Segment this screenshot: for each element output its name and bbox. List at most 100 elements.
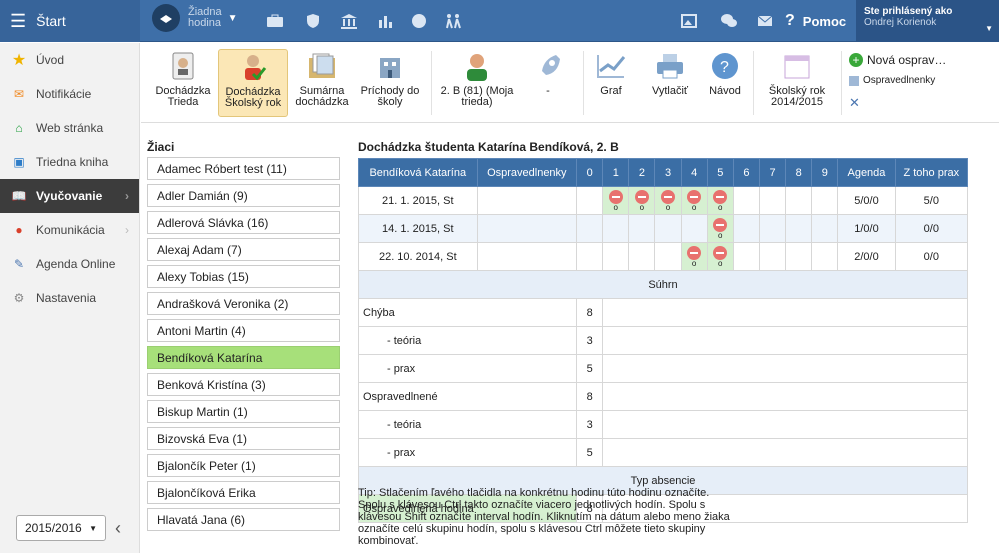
vytlacit-button[interactable]: Vytlačiť [641, 49, 699, 117]
hour-cell[interactable] [732, 242, 760, 271]
class-selector[interactable]: 2. B (81) (Moja trieda) [437, 49, 517, 117]
hour-cell[interactable] [576, 186, 604, 215]
student-item[interactable]: Bizovská Eva (1) [147, 427, 340, 450]
year-select[interactable]: 2015/2016 ▼ [16, 515, 106, 541]
help-button[interactable]: ? Pomoc [785, 0, 846, 42]
sidebar-item-nastavenia[interactable]: ⚙ Nastavenia [0, 281, 139, 315]
student-item[interactable]: Bjalončík Peter (1) [147, 454, 340, 477]
hour-cell[interactable] [576, 214, 604, 243]
hour-cell[interactable] [576, 242, 604, 271]
hour-cell[interactable] [811, 214, 839, 243]
hour-cell[interactable] [654, 242, 682, 271]
prax-cell: 5/0 [894, 186, 969, 215]
summary-label: - teória [357, 410, 578, 439]
sidebar-item-vyucovanie[interactable]: 📖 Vyučovanie › [0, 179, 139, 213]
minus-circle-icon [687, 190, 702, 204]
hamburger-icon[interactable]: ☰ [10, 11, 26, 32]
column-header: Z toho prax [894, 158, 969, 187]
graf-button[interactable]: Graf [589, 49, 633, 117]
bar-chart-icon[interactable] [372, 0, 398, 42]
hour-cell[interactable] [602, 242, 630, 271]
user-menu[interactable]: Ste prihlásený ako Ondrej Korienok ▼ [856, 0, 999, 42]
sidebar-item-uvod[interactable]: ★ Úvod [0, 43, 139, 77]
mark-letter: o [718, 259, 723, 268]
student-item[interactable]: Adlerová Slávka (16) [147, 211, 340, 234]
institution-icon[interactable] [336, 0, 362, 42]
table-row[interactable]: 22. 10. 2014, St o o 2/0/0 0/0 [358, 242, 969, 271]
collapse-sidebar-button[interactable]: ‹ [115, 518, 121, 539]
hour-cell[interactable] [732, 186, 760, 215]
hour-cell[interactable]: o [680, 242, 708, 271]
question-icon: ? [785, 12, 795, 29]
absence-mark: o [687, 190, 702, 212]
envelope-icon[interactable] [752, 0, 778, 42]
prichody-button[interactable]: Príchody do školy [357, 49, 423, 117]
sidebar-item-notifikacie[interactable]: ✉ Notifikácie [0, 77, 139, 111]
student-item[interactable]: Adamec Róbert test (11) [147, 157, 340, 180]
student-item[interactable]: Adler Damián (9) [147, 184, 340, 207]
hour-cell[interactable]: o [706, 186, 734, 215]
hour-cell[interactable] [628, 242, 656, 271]
navod-button[interactable]: ? Návod [703, 49, 747, 117]
subject-selector[interactable]: - [521, 49, 575, 117]
hour-cell[interactable] [758, 186, 787, 215]
summary-value: 5 [576, 438, 604, 467]
hour-cell[interactable]: o [706, 242, 734, 271]
student-item[interactable]: Alexy Tobias (15) [147, 265, 340, 288]
hour-cell[interactable]: o [654, 186, 682, 215]
student-item[interactable]: Benková Kristína (3) [147, 373, 340, 396]
hour-cell[interactable] [785, 242, 813, 271]
briefcase-icon[interactable] [262, 0, 288, 42]
hour-cell[interactable]: o [602, 186, 630, 215]
hour-cell[interactable] [811, 186, 839, 215]
dochadzka-skolsky-rok-button[interactable]: Dochádzka Školský rok [218, 49, 288, 117]
hour-cell[interactable] [758, 214, 787, 243]
hour-cell[interactable] [811, 242, 839, 271]
shield-icon[interactable] [300, 0, 326, 42]
clock-icon[interactable] [406, 0, 432, 42]
student-item[interactable]: Biskup Martin (1) [147, 400, 340, 423]
hour-cell[interactable] [758, 242, 787, 271]
people-run-icon[interactable] [440, 0, 466, 42]
brand-label: Štart [36, 13, 66, 29]
pencil-icon: ✎ [13, 257, 25, 271]
hour-cell[interactable]: o [680, 186, 708, 215]
tools-icon[interactable]: ✕ [849, 95, 860, 111]
hour-cell[interactable]: o [706, 214, 734, 243]
image-icon[interactable] [676, 0, 702, 42]
student-item[interactable]: Antoni Martin (4) [147, 319, 340, 342]
table-row[interactable]: 14. 1. 2015, St o 1/0/0 0/0 [358, 214, 969, 243]
chat-bubbles-icon[interactable] [716, 0, 742, 42]
student-item[interactable]: Hlavatá Jana (6) [147, 508, 340, 531]
student-item[interactable]: Alexaj Adam (7) [147, 238, 340, 261]
student-item-selected[interactable]: Bendíková Katarína [147, 346, 340, 369]
hour-cell[interactable]: o [628, 186, 656, 215]
user-name: Ondrej Korienok [864, 17, 937, 28]
book-icon: ▣ [13, 155, 25, 169]
hour-selector[interactable]: Žiadna hodina ▼ [152, 4, 238, 32]
hour-cell[interactable] [732, 214, 760, 243]
hour-cell[interactable] [654, 214, 682, 243]
sidebar-item-komunikacia[interactable]: ● Komunikácia › [0, 213, 139, 247]
hour-cell[interactable] [602, 214, 630, 243]
hour-cell[interactable] [785, 214, 813, 243]
row-date[interactable]: 21. 1. 2015, St [358, 186, 478, 215]
row-date[interactable]: 22. 10. 2014, St [358, 242, 478, 271]
ospravedlnenky-button[interactable]: Ospravedlnenky [849, 75, 935, 86]
school-year-selector[interactable]: Školský rok 2014/2015 [759, 49, 835, 117]
student-item[interactable]: Bjalončíková Erika [147, 481, 340, 504]
sidebar-item-web[interactable]: ⌂ Web stránka [0, 111, 139, 145]
sumarna-dochadzka-button[interactable]: Sumárna dochádzka [291, 49, 353, 117]
sidebar-item-agenda[interactable]: ✎ Agenda Online [0, 247, 139, 281]
hour-cell[interactable] [628, 214, 656, 243]
hour-cell[interactable] [680, 214, 708, 243]
dochadzka-trieda-button[interactable]: Dochádzka Trieda [149, 49, 217, 117]
new-excuse-button[interactable]: + Nová osprav… [849, 53, 946, 67]
table-row[interactable]: 21. 1. 2015, St o o o o o 5/0/0 5/0 [358, 186, 969, 215]
attendance-title: Dochádzka študenta Katarína Bendíková, 2… [358, 140, 619, 154]
student-item[interactable]: Andrašková Veronika (2) [147, 292, 340, 315]
row-date[interactable]: 14. 1. 2015, St [358, 214, 478, 243]
sidebar-item-triedna-kniha[interactable]: ▣ Triedna kniha [0, 145, 139, 179]
start-button[interactable]: ☰ Štart [0, 0, 140, 42]
hour-cell[interactable] [785, 186, 813, 215]
